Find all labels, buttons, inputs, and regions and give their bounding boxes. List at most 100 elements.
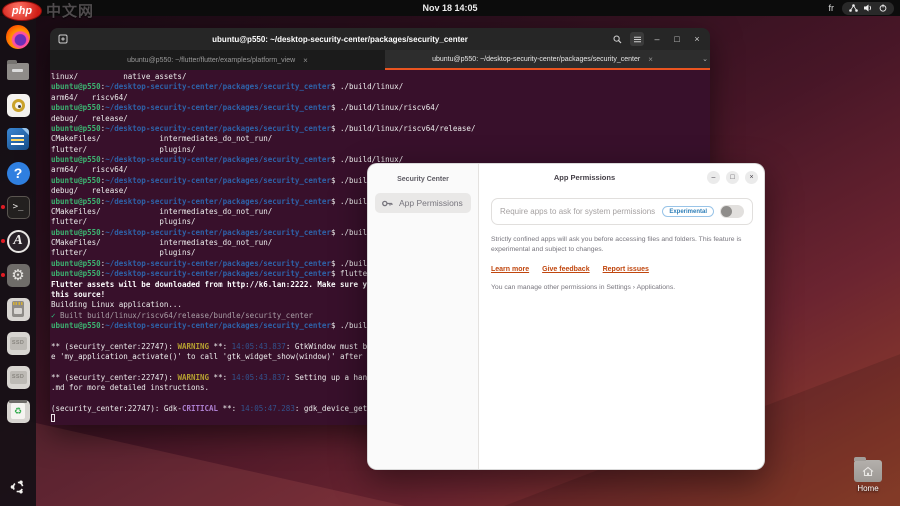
sidebar-title: Security Center [368, 170, 478, 193]
php-logo-oval: php [2, 1, 42, 21]
terminal-line: debug/ release/ [51, 114, 710, 124]
require-permissions-label: Require apps to ask for system permissio… [500, 207, 656, 216]
toggle-knob [721, 206, 732, 217]
clock[interactable]: Nov 18 14:05 [422, 3, 477, 13]
desktop-home-shortcut[interactable]: Home [843, 460, 893, 493]
terminal-line: ubuntu@p550:~/desktop-security-center/pa… [51, 103, 710, 113]
top-bar: Nov 18 14:05 fr [0, 0, 900, 16]
security-center-sidebar: Security Center App Permissions [368, 164, 479, 469]
tab-list-chevron-icon[interactable]: ⌄ [700, 50, 710, 70]
volume-icon [864, 4, 873, 12]
tab-close-icon[interactable]: × [299, 56, 308, 65]
dock-item-trash[interactable]: ♻ [0, 398, 36, 424]
php-site-text: 中文网 [46, 0, 94, 21]
maximize-button[interactable]: □ [670, 32, 684, 46]
new-tab-icon [58, 34, 68, 44]
settings-footnote: You can manage other permissions in Sett… [491, 284, 753, 291]
maximize-button[interactable]: □ [726, 171, 739, 184]
dock-item-rhythmbox[interactable] [0, 92, 36, 118]
hamburger-icon [633, 35, 642, 44]
dock-item-sd-card[interactable] [0, 296, 36, 322]
terminal-icon: >_ [7, 196, 30, 219]
feature-description: Strictly confined apps will ask you befo… [491, 235, 753, 255]
sidebar-item-app-permissions[interactable]: App Permissions [375, 193, 471, 213]
tab-label: ubuntu@p550: ~/flutter/flutter/examples/… [127, 57, 295, 64]
search-button[interactable] [610, 32, 624, 46]
firefox-icon [6, 25, 30, 49]
dock-item-help[interactable]: ? [0, 160, 36, 186]
home-label: Home [857, 484, 878, 493]
tab-close-icon[interactable]: × [644, 55, 653, 64]
running-indicator [1, 273, 5, 277]
house-icon [862, 466, 874, 477]
security-center-main: App Permissions – □ × Require apps to as… [479, 164, 765, 469]
show-apps-button[interactable] [10, 479, 26, 500]
report-issues-link[interactable]: Report issues [603, 266, 649, 273]
files-icon [7, 63, 29, 80]
tab-label: ubuntu@p550: ~/desktop-security-center/p… [432, 56, 640, 63]
terminal-line: ubuntu@p550:~/desktop-security-center/pa… [51, 124, 710, 134]
sidebar-item-label: App Permissions [399, 198, 463, 208]
close-button[interactable]: × [745, 171, 758, 184]
experimental-badge: Experimental [662, 206, 714, 217]
trash-icon: ♻ [7, 400, 30, 423]
close-button[interactable]: × [690, 32, 704, 46]
window-controls: – □ × [707, 171, 758, 184]
terminal-tab-inactive[interactable]: ubuntu@p550: ~/flutter/flutter/examples/… [50, 50, 385, 70]
terminal-titlebar[interactable]: ubuntu@p550: ~/desktop-security-center/p… [50, 28, 710, 50]
ssd-icon: SSD [7, 332, 30, 355]
terminal-tab-bar: ubuntu@p550: ~/flutter/flutter/examples/… [50, 50, 710, 70]
rhythmbox-icon [7, 94, 30, 117]
minimize-button[interactable]: – [707, 171, 720, 184]
dock-item-firefox[interactable] [0, 24, 36, 50]
dock: ? >_ A ⚙ SSD SSD ♻ [0, 16, 36, 506]
home-folder-icon [854, 460, 882, 482]
menu-button[interactable] [630, 32, 644, 46]
key-icon [382, 199, 393, 208]
terminal-window-title: ubuntu@p550: ~/desktop-security-center/p… [76, 35, 604, 44]
terminal-line: arm64/ riscv64/ [51, 93, 710, 103]
dock-item-app-center[interactable]: A [0, 228, 36, 254]
system-menu[interactable] [842, 2, 894, 15]
terminal-line: ubuntu@p550:~/desktop-security-center/pa… [51, 82, 710, 92]
give-feedback-link[interactable]: Give feedback [542, 266, 589, 273]
dock-item-files[interactable] [0, 58, 36, 84]
document-icon [7, 128, 29, 150]
dock-item-terminal[interactable]: >_ [0, 194, 36, 220]
dock-item-ssd-2[interactable]: SSD [0, 364, 36, 390]
terminal-line: CMakeFiles/ intermediates_do_not_run/ [51, 134, 710, 144]
terminal-cursor [51, 414, 55, 422]
network-icon [849, 4, 858, 12]
new-tab-button[interactable] [56, 32, 70, 46]
system-tray: fr [829, 0, 895, 16]
security-center-content: Require apps to ask for system permissio… [479, 190, 765, 291]
php-watermark-logo: php 中文网 [2, 0, 94, 21]
links-row: Learn more Give feedback Report issues [491, 266, 753, 273]
terminal-tab-active[interactable]: ubuntu@p550: ~/desktop-security-center/p… [385, 50, 700, 70]
help-icon: ? [7, 162, 30, 185]
security-center-header[interactable]: App Permissions – □ × [479, 164, 765, 190]
desktop-screen: Nov 18 14:05 fr php 中文网 ? >_ A ⚙ SSD SSD… [0, 0, 900, 506]
app-center-icon: A [7, 230, 30, 253]
learn-more-link[interactable]: Learn more [491, 266, 529, 273]
php-logo-text: php [12, 5, 32, 17]
page-title: App Permissions [479, 173, 690, 182]
search-icon [613, 35, 622, 44]
sd-card-icon [7, 298, 30, 321]
dock-item-settings[interactable]: ⚙ [0, 262, 36, 288]
terminal-line: linux/ native_assets/ [51, 72, 710, 82]
terminal-line: flutter/ plugins/ [51, 145, 710, 155]
require-permissions-toggle[interactable] [720, 205, 744, 218]
keyboard-layout-indicator[interactable]: fr [829, 3, 835, 13]
running-indicator [1, 239, 5, 243]
minimize-button[interactable]: – [650, 32, 664, 46]
power-icon [879, 4, 887, 12]
require-permissions-card: Require apps to ask for system permissio… [491, 198, 753, 225]
running-indicator [1, 205, 5, 209]
show-apps-icon [10, 479, 26, 495]
settings-icon: ⚙ [7, 264, 30, 287]
ssd-icon: SSD [7, 366, 30, 389]
dock-item-document[interactable] [0, 126, 36, 152]
dock-item-ssd-1[interactable]: SSD [0, 330, 36, 356]
security-center-window: Security Center App Permissions App Perm… [367, 163, 765, 470]
